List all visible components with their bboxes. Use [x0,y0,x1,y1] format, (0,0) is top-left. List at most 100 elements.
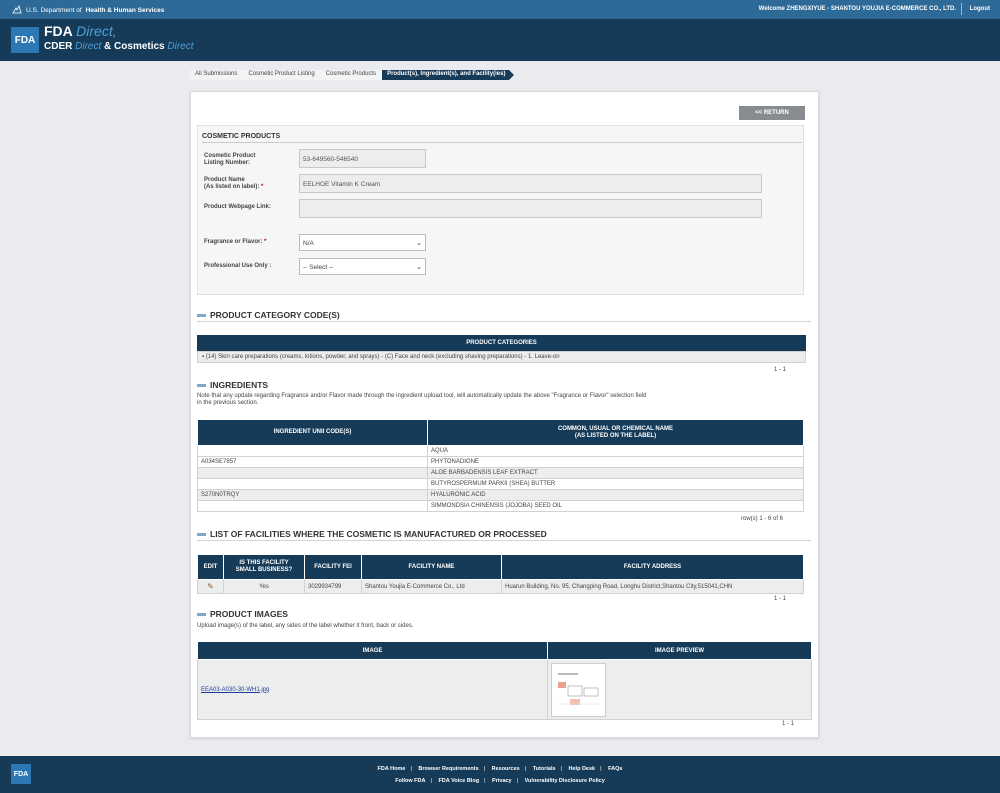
footer-link-tutorials[interactable]: Tutorials [533,766,556,772]
chevron-down-icon: ⌄ [416,240,422,247]
crumb-cosmetic-product-listing[interactable]: Cosmetic Product Listing [243,70,321,80]
name-cell: HYALURONIC ACID [427,489,804,501]
footer-separator: | [600,766,602,772]
title-cder-direct: Direct [75,41,102,52]
ingredients-note-line1: Note that any update regarding Fragrance… [197,393,647,399]
images-table: IMAGE IMAGE PREVIEW EEA03-A030-30-WH1.jp… [197,641,812,720]
listing-number-label-line1: Cosmetic Product [204,153,256,159]
cosmetic-products-title: COSMETIC PRODUCTS [202,133,281,140]
footer-links-row1: FDA Home | Browser Requirements | Resource… [0,766,1000,772]
edit-pencil-icon[interactable]: ✎ [207,582,214,591]
col-name-line1: COMMON, USUAL OR CHEMICAL NAME [557,425,674,432]
fragrance-label: Fragrance or Flavor: * [204,239,266,246]
hhs-link[interactable]: U.S. Department of Health & Human Servic… [12,5,164,15]
footer-separator: | [410,766,412,772]
fragrance-select[interactable]: N/A ⌄ [299,234,426,251]
category-section-title: PRODUCT CATEGORY CODE(S) [197,310,340,320]
return-button[interactable]: << RETURN [739,106,805,120]
hhs-prefix: U.S. Department of [26,6,82,14]
ingredients-section-title: INGREDIENTS [197,380,268,390]
fda-logo[interactable]: FDA [11,27,39,53]
footer: FDA FDA Home | Browser Requirements | Reso… [0,756,1000,793]
unii-cell [197,467,428,479]
chevron-down-icon: ⌄ [416,264,422,271]
logout-link[interactable]: Logout [970,6,990,12]
ingredients-title-text: INGREDIENTS [210,380,269,390]
category-title-text: PRODUCT CATEGORY CODE(S) [210,310,340,320]
hhs-name: Health & Human Services [85,6,165,14]
section-dash-icon [197,532,206,536]
footer-links-row2: Follow FDA | FDA Voice Blog | Privacy | Vul… [0,778,1000,784]
title-comma: , [112,23,117,39]
crumb-current: Product(s), Ingredient(s), and Facility(… [382,70,515,80]
footer-link-help-desk[interactable]: Help Desk [569,766,596,772]
col-name: COMMON, USUAL OR CHEMICAL NAME (AS LISTE… [427,419,804,446]
col-image: IMAGE [197,641,548,660]
facility-name-cell: Shantou Youjia E-Commerce Co., Ltd [361,579,502,594]
name-cell: BUTYROSPERMUM PARKII (SHEA) BUTTER [427,478,804,490]
name-cell: AQUA [427,445,804,457]
fda-direct-title: FDA Direct, [44,23,117,39]
label-image-thumbnail[interactable] [551,662,606,717]
image-preview-cell [547,659,812,720]
category-row: ▪ (14) Skin care preparations (creams, l… [197,351,806,363]
fragrance-value: N/A [303,240,314,247]
listing-number-field: 53-649560-546540 [299,149,426,168]
footer-separator: | [484,778,486,784]
welcome-text: Welcome ZHENGXIYUE - SHANTOU YOUJIA E-CO… [758,6,956,12]
col-facility-address: FACILITY ADDRESS [501,554,804,580]
section-dash-icon [197,612,206,616]
unii-cell [197,478,428,490]
edit-cell: ✎ [197,579,224,594]
app-header: FDA FDA Direct, CDER Direct & Cosmetics … [0,19,1000,61]
fragrance-label-text: Fragrance or Flavor: [204,239,263,245]
footer-separator: | [483,766,486,772]
footer-link-fda-voice-blog[interactable]: FDA Voice Blog [438,778,479,784]
image-file-link[interactable]: EEA03-A030-30-WH1.jpg [201,687,269,693]
webpage-label: Product Webpage Link: [204,204,271,210]
name-cell: PHYTONADIONE [427,456,804,468]
col-name-line2: (AS LISTED ON THE LABEL) [574,432,657,439]
footer-link-vulnerability-disclosure[interactable]: Vulnerability Disclosure Policy [525,778,605,784]
professional-select[interactable]: -- Select -- ⌄ [299,258,426,275]
professional-label: Professional Use Only : [204,263,272,269]
images-section-title: PRODUCT IMAGES [197,609,288,619]
crumb-cosmetic-products[interactable]: Cosmetic Products [320,70,383,80]
unii-cell [197,500,428,512]
footer-link-faqs[interactable]: FAQs [608,766,622,772]
product-name-field[interactable]: EELHOE Vitamin K Cream [299,174,762,193]
gov-bar: U.S. Department of Health & Human Servic… [0,0,1000,19]
crumb-all-submissions[interactable]: All Submissions [190,70,244,80]
ingredients-pager: row(s) 1 - 6 of 6 [741,516,784,522]
col-small-business: IS THIS FACILITY SMALL BUSINESS? [223,554,305,580]
col-facility-name: FACILITY NAME [361,554,502,580]
fei-cell: 3029934799 [304,579,362,594]
cder-cosmetics-title: CDER Direct & Cosmetics Direct [44,41,194,52]
product-name-label: Product Name (As listed on label): * [204,177,263,191]
listing-number-label-line2: Listing Number: [204,160,250,166]
name-cell: SIMMONDSIA CHINENSIS (JOJOBA) SEED OIL [427,500,804,512]
footer-separator: | [516,778,519,784]
cosmetic-products-panel: COSMETIC PRODUCTS Cosmetic Product Listi… [197,125,804,295]
section-dash-icon [197,313,206,317]
table-row: AQUA [197,445,804,457]
required-mark: * [264,239,267,245]
footer-link-browser-requirements[interactable]: Browser Requirements [418,766,478,772]
table-row: EEA03-A030-30-WH1.jpg [197,659,812,720]
image-file-cell: EEA03-A030-30-WH1.jpg [197,659,548,720]
category-table-header: PRODUCT CATEGORIES [197,335,806,351]
category-pager: 1 - 1 [774,367,787,373]
footer-link-follow-fda[interactable]: Follow FDA [395,778,425,784]
title-cosmetics-direct: Direct [167,41,194,52]
ingredients-note-line2: in the previous section. [197,400,259,406]
facilities-section-title: LIST OF FACILITIES WHERE THE COSMETIC IS… [197,529,547,539]
col-fei: FACILITY FEI [304,554,362,580]
footer-link-resources[interactable]: Resources [492,766,520,772]
webpage-field[interactable] [299,199,762,218]
images-note: Upload image(s) of the label, any sides … [197,623,414,629]
label-preview-graphic [558,672,600,705]
footer-link-fda-home[interactable]: FDA Home [378,766,406,772]
facilities-pager: 1 - 1 [774,596,787,602]
title-amp: & [104,41,112,52]
footer-link-privacy[interactable]: Privacy [492,778,512,784]
